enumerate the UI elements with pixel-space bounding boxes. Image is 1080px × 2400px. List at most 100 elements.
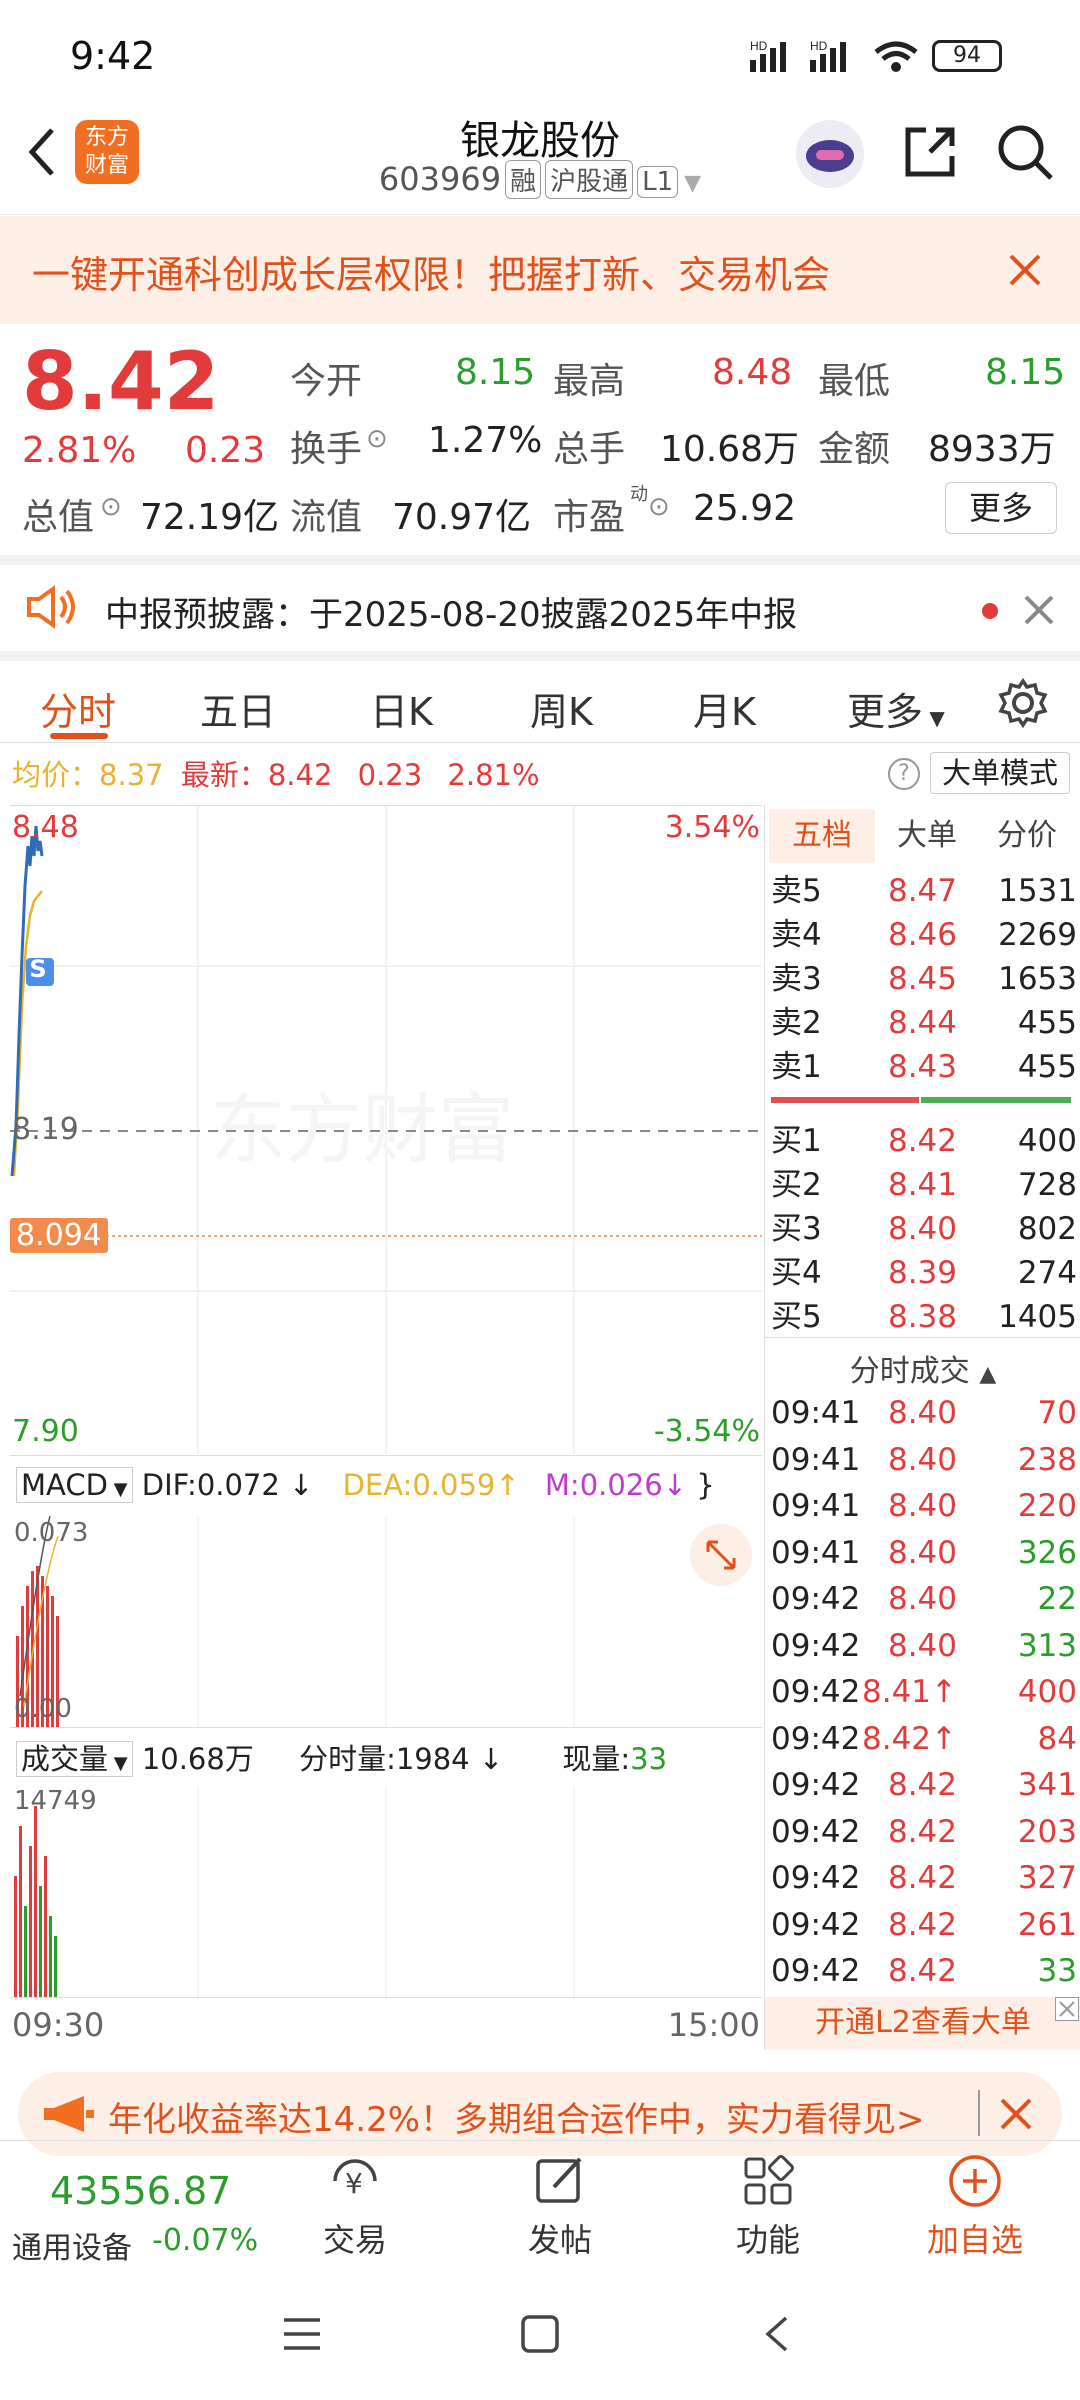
- expand-icon[interactable]: [690, 1524, 752, 1586]
- turnover-value: 1.27%: [428, 420, 543, 461]
- bid-row[interactable]: 买2 8.41 728: [771, 1163, 1077, 1207]
- axis-top-price: 8.48: [12, 810, 79, 845]
- close-icon[interactable]: [1055, 1997, 1079, 2021]
- tick-time: 09:42: [771, 1813, 861, 1850]
- low-label: 最低: [818, 361, 891, 402]
- ask-row[interactable]: 卖2 8.44 455: [771, 1001, 1077, 1045]
- bid-row[interactable]: 买5 8.38 1405: [771, 1295, 1077, 1339]
- tab-week-k[interactable]: 周K: [530, 681, 593, 736]
- volume-selector[interactable]: 成交量 ▼: [16, 1741, 133, 1777]
- post-button[interactable]: 发帖: [490, 2151, 630, 2261]
- bid-volume: 274: [1017, 1255, 1077, 1291]
- tab-day-k[interactable]: 日K: [370, 681, 433, 736]
- dropdown-icon[interactable]: ▼: [684, 171, 701, 196]
- close-icon[interactable]: [1022, 593, 1056, 631]
- tick-time: 09:42: [771, 1906, 861, 1943]
- bid-label: 买4: [771, 1255, 822, 1291]
- tick-row: 09:41 8.40 70: [771, 1391, 1077, 1438]
- robot-avatar-icon[interactable]: [796, 120, 864, 188]
- high-value: 8.48: [712, 352, 793, 393]
- add-watchlist-button[interactable]: 加自选: [905, 2151, 1045, 2261]
- info-icon[interactable]: ⊙: [648, 492, 670, 522]
- search-icon[interactable]: [995, 122, 1055, 186]
- macd-panel[interactable]: MACD ▼ DIF:0.072 ↓ DEA:0.059↑ M:0.026↓ }…: [10, 1455, 762, 1728]
- bottom-toolbar: 43556.87 通用设备 -0.07% ¥ 交易 发帖 功能 加自选: [0, 2140, 1080, 2270]
- tab-price-dist[interactable]: 分价: [977, 809, 1077, 863]
- tab-big-order[interactable]: 大单: [877, 809, 977, 863]
- ticks-list: 09:41 8.40 70 09:41 8.40 238 09:41 8.40 220 09:41…: [771, 1391, 1077, 1996]
- info-icon[interactable]: ⊙: [100, 492, 122, 522]
- chart-info-line: 均价：8.37 最新：8.42 0.23 2.81%: [12, 752, 540, 794]
- tab-more[interactable]: 更多 ▼: [847, 681, 945, 736]
- svg-text:¥: ¥: [345, 2167, 363, 2200]
- tab-level5[interactable]: 五档: [769, 809, 875, 863]
- tick-time: 09:42: [771, 1627, 861, 1664]
- bid-row[interactable]: 买4 8.39 274: [771, 1251, 1077, 1295]
- unread-dot: [982, 603, 998, 619]
- ask-volume: 455: [1017, 1049, 1077, 1085]
- tab-5day[interactable]: 五日: [200, 681, 276, 736]
- home-icon[interactable]: [520, 2314, 560, 2358]
- bids-list: 买1 8.42 400 买2 8.41 728 买3 8.40 802 买4 8.39 274 买5 8.…: [771, 1119, 1077, 1339]
- promo-banner[interactable]: 一键开通科创成长层权限！把握打新、交易机会: [0, 216, 1080, 324]
- ticks-title[interactable]: 分时成交 ▲: [765, 1337, 1080, 1390]
- ask-row[interactable]: 卖4 8.46 2269: [771, 913, 1077, 957]
- tab-month-k[interactable]: 月K: [693, 681, 756, 736]
- info-icon[interactable]: ⊙: [366, 424, 388, 454]
- index-value[interactable]: 43556.87: [50, 2169, 231, 2213]
- macd-selector[interactable]: MACD ▼: [16, 1467, 133, 1503]
- tick-price: 8.40: [887, 1395, 957, 1431]
- tick-price: 8.42: [887, 1813, 957, 1850]
- bid-row[interactable]: 买3 8.40 802: [771, 1207, 1077, 1251]
- more-button[interactable]: 更多: [945, 482, 1057, 534]
- s-marker[interactable]: S: [24, 955, 52, 983]
- tag-connect: 沪股通: [545, 160, 634, 199]
- ask-volume: 1653: [998, 961, 1077, 997]
- tick-volume: 313: [1017, 1627, 1077, 1664]
- tick-row: 09:42 8.42 261: [771, 1903, 1077, 1950]
- tick-volume: 22: [1037, 1581, 1077, 1617]
- tab-underline: [50, 733, 108, 739]
- intraday-chart[interactable]: 东方财富 S 8.48 3.54% 8.19 8.094 7.90 -3.54%: [10, 805, 762, 1454]
- tick-price: 8.42: [887, 1953, 957, 1989]
- tick-row: 09:42 8.42 33: [771, 1949, 1077, 1996]
- now-value: 33: [630, 1742, 668, 1776]
- tick-price: 8.42: [887, 1906, 957, 1943]
- megaphone-icon: [40, 2094, 96, 2138]
- function-button[interactable]: 功能: [698, 2151, 838, 2261]
- tag-margin: 融: [505, 160, 542, 199]
- share-icon[interactable]: [900, 122, 960, 186]
- tick-volume: 70: [1037, 1395, 1077, 1431]
- tick-price: 8.40: [887, 1581, 957, 1617]
- status-bar: 9:42 HD HD 94: [0, 0, 1080, 100]
- ask-row[interactable]: 卖1 8.43 455: [771, 1045, 1077, 1089]
- tick-price: 8.40: [887, 1534, 957, 1571]
- tick-volume: 341: [1017, 1767, 1077, 1803]
- l2-button[interactable]: 开通L2查看大单: [765, 1997, 1080, 2049]
- help-icon[interactable]: ?: [888, 758, 920, 790]
- info-change: 0.23: [357, 758, 423, 792]
- nav-back-icon[interactable]: [762, 2314, 792, 2358]
- tick-time: 09:41: [771, 1395, 861, 1431]
- volume-panel[interactable]: 成交量 ▼ 10.68万 分时量:1984 ↓ 现量:33 14749: [10, 1727, 762, 1998]
- close-icon[interactable]: [1005, 250, 1045, 294]
- axis-mid-price: 8.19: [12, 1112, 79, 1147]
- big-order-mode-button[interactable]: 大单模式: [930, 752, 1070, 794]
- tick-volume: 326: [1017, 1534, 1077, 1571]
- bid-price: 8.42: [887, 1123, 957, 1159]
- trade-button[interactable]: ¥ 交易: [285, 2151, 425, 2261]
- now-label: 现量:: [562, 1742, 631, 1776]
- gear-icon[interactable]: [997, 677, 1049, 733]
- time-axis: 09:30 15:00: [10, 1997, 762, 2049]
- ask-row[interactable]: 卖5 8.47 1531: [771, 869, 1077, 913]
- notice-text: 中报预披露：于2025-08-20披露2025年中报: [105, 595, 798, 635]
- volume-header: 成交量 ▼ 10.68万 分时量:1984 ↓ 现量:33: [16, 1736, 667, 1778]
- tab-intraday[interactable]: 分时: [40, 681, 116, 736]
- menu-icon[interactable]: [282, 2316, 322, 2356]
- ask-row[interactable]: 卖3 8.45 1653: [771, 957, 1077, 1001]
- notice-bar[interactable]: 中报预披露：于2025-08-20披露2025年中报: [0, 555, 1080, 651]
- close-icon[interactable]: [998, 2096, 1034, 2136]
- index-name[interactable]: 通用设备: [12, 2223, 132, 2267]
- bid-row[interactable]: 买1 8.42 400: [771, 1119, 1077, 1163]
- bid-bar: [921, 1097, 1071, 1103]
